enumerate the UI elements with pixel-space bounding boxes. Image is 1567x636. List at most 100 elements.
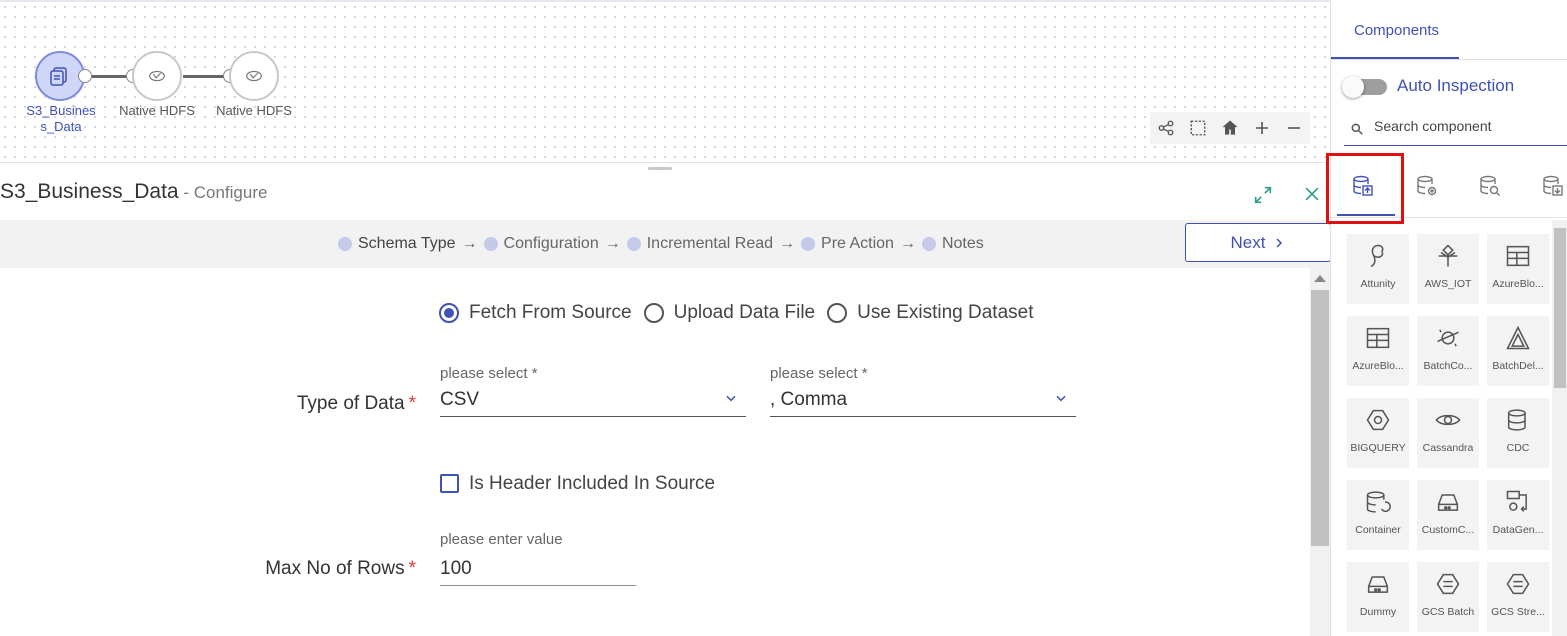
component-label: CDC: [1506, 442, 1530, 454]
s3-source-icon: [50, 67, 67, 86]
schema-type-form: Fetch From Source Upload Data File Use E…: [0, 268, 1310, 636]
select-value: , Comma: [770, 389, 848, 410]
radio-label: Fetch From Source: [469, 302, 632, 323]
delimiter-select[interactable]: , Comma: [770, 387, 1076, 417]
pipeline-node-native-hdfs-2[interactable]: [229, 51, 279, 101]
node-output-port[interactable]: [78, 69, 92, 83]
radio-button[interactable]: [439, 303, 459, 323]
configure-subtitle: - Configure: [178, 183, 268, 202]
component-tile[interactable]: CDC: [1487, 398, 1549, 468]
component-label: AzureBlo...: [1352, 360, 1404, 372]
close-icon[interactable]: [1302, 184, 1324, 206]
component-label: BatchDel...: [1492, 360, 1544, 372]
tab-components[interactable]: Components: [1331, 0, 1459, 60]
step-label: Incremental Read: [646, 235, 774, 252]
radio-button[interactable]: [827, 303, 848, 323]
pipeline-node-label: S3_Busines s_Data: [22, 103, 100, 135]
radio-upload-data-file[interactable]: Upload Data File: [643, 302, 815, 324]
step-notes[interactable]: Notes: [921, 235, 984, 253]
component-tile[interactable]: GCS Stre...: [1487, 562, 1549, 632]
configure-header: S3_Business_Data - Configure: [0, 178, 1330, 218]
auto-inspection-toggle[interactable]: [1342, 76, 1389, 98]
expand-icon[interactable]: [1252, 184, 1274, 206]
max-rows-label: Max No of Rows *: [240, 558, 416, 580]
chevron-down-icon: [726, 395, 736, 402]
auto-inspection-label: Auto Inspection: [1397, 76, 1515, 95]
pipeline-canvas[interactable]: S3_Busines s_Data Native HDFS Native HDF…: [0, 0, 1330, 163]
batch-delta-icon: [1506, 325, 1530, 350]
zoom-in-icon[interactable]: [1246, 112, 1278, 144]
component-label: Container: [1355, 524, 1401, 536]
configure-title: S3_Business_Data - Configure: [0, 180, 267, 204]
type-of-data-select[interactable]: CSV: [440, 387, 746, 417]
zoom-out-icon[interactable]: [1278, 112, 1310, 144]
radio-fetch-from-source[interactable]: Fetch From Source: [439, 302, 632, 324]
step-configuration[interactable]: Configuration: [483, 235, 599, 253]
aws-iot-icon: [1438, 244, 1458, 267]
step-arrow-icon: →: [604, 235, 621, 252]
component-tile[interactable]: CustomC...: [1417, 480, 1479, 550]
home-icon[interactable]: [1214, 112, 1246, 144]
component-tile[interactable]: AWS_IOT: [1417, 234, 1479, 304]
field-label-text: Max No of Rows: [265, 558, 405, 579]
gcs-batch-icon: [1436, 573, 1460, 595]
cdc-icon: [1507, 409, 1526, 431]
select-area-icon[interactable]: [1182, 112, 1214, 144]
component-label: CustomC...: [1421, 524, 1475, 536]
component-tile[interactable]: Cassandra: [1417, 398, 1479, 468]
chevron-right-icon: [1276, 237, 1283, 248]
component-tile[interactable]: GCS Batch: [1417, 562, 1479, 632]
component-tile[interactable]: BatchDel...: [1487, 316, 1549, 386]
attunity-icon: [1370, 244, 1384, 268]
component-label: Attunity: [1360, 278, 1396, 290]
component-tile[interactable]: AzureBlo...: [1347, 316, 1409, 386]
batch-cosmos-icon: [1437, 329, 1459, 347]
data-analytics-icon[interactable]: [1478, 174, 1506, 202]
search-input[interactable]: [1374, 118, 1564, 134]
step-schema-type[interactable]: Schema Type: [338, 235, 456, 253]
header-included-label: Is Header Included In Source: [469, 473, 716, 494]
next-button-label: Next: [1230, 232, 1266, 252]
azure-blob-icon: [1366, 327, 1390, 349]
component-tile[interactable]: Container: [1347, 480, 1409, 550]
component-label: AWS_IOT: [1424, 278, 1472, 290]
highlight-box: [1326, 153, 1404, 224]
resize-handle[interactable]: [648, 167, 672, 170]
component-label: GCS Stre...: [1491, 606, 1545, 618]
step-arrow-icon: →: [461, 235, 478, 252]
component-tile[interactable]: AzureBlo...: [1487, 234, 1549, 304]
step-label: Notes: [941, 235, 984, 252]
delimiter-select-label: please select *: [770, 365, 868, 382]
node-label-line: s_Data: [40, 119, 82, 134]
form-scrollbar-thumb[interactable]: [1311, 290, 1329, 546]
radio-use-existing-dataset[interactable]: Use Existing Dataset: [827, 302, 1034, 324]
radio-button[interactable]: [643, 303, 664, 323]
component-label: AzureBlo...: [1492, 278, 1544, 290]
step-incremental-read[interactable]: Incremental Read: [626, 235, 774, 253]
header-included-checkbox[interactable]: [440, 474, 459, 493]
component-tile[interactable]: Attunity: [1347, 234, 1409, 304]
step-pre-action[interactable]: Pre Action: [801, 235, 894, 253]
next-button[interactable]: Next: [1185, 223, 1331, 262]
step-arrow-icon: →: [779, 235, 796, 252]
component-tile[interactable]: BIGQUERY: [1347, 398, 1409, 468]
component-name: S3_Business_Data: [0, 180, 179, 203]
max-rows-input[interactable]: 100: [440, 556, 636, 586]
component-tile[interactable]: BatchCo...: [1417, 316, 1479, 386]
wizard-stepper: Schema Type → Configuration → Incrementa…: [0, 220, 1331, 268]
share-icon[interactable]: [1150, 112, 1182, 144]
component-label: DataGen...: [1492, 524, 1544, 536]
step-label: Schema Type: [358, 235, 456, 252]
component-tile[interactable]: DataGen...: [1487, 480, 1549, 550]
data-sink-icon[interactable]: [1541, 174, 1567, 202]
pipeline-node-native-hdfs-1[interactable]: [132, 51, 182, 101]
data-process-icon[interactable]: [1415, 174, 1443, 202]
cassandra-icon: [1435, 414, 1461, 426]
step-dot: [801, 237, 816, 251]
scroll-up-icon[interactable]: [1314, 275, 1326, 282]
panel-scrollbar-thumb[interactable]: [1554, 228, 1566, 388]
select-value: CSV: [440, 389, 480, 410]
search-icon: [1351, 123, 1363, 135]
component-tile[interactable]: Dummy: [1347, 562, 1409, 632]
azure-blob-icon: [1506, 245, 1530, 267]
